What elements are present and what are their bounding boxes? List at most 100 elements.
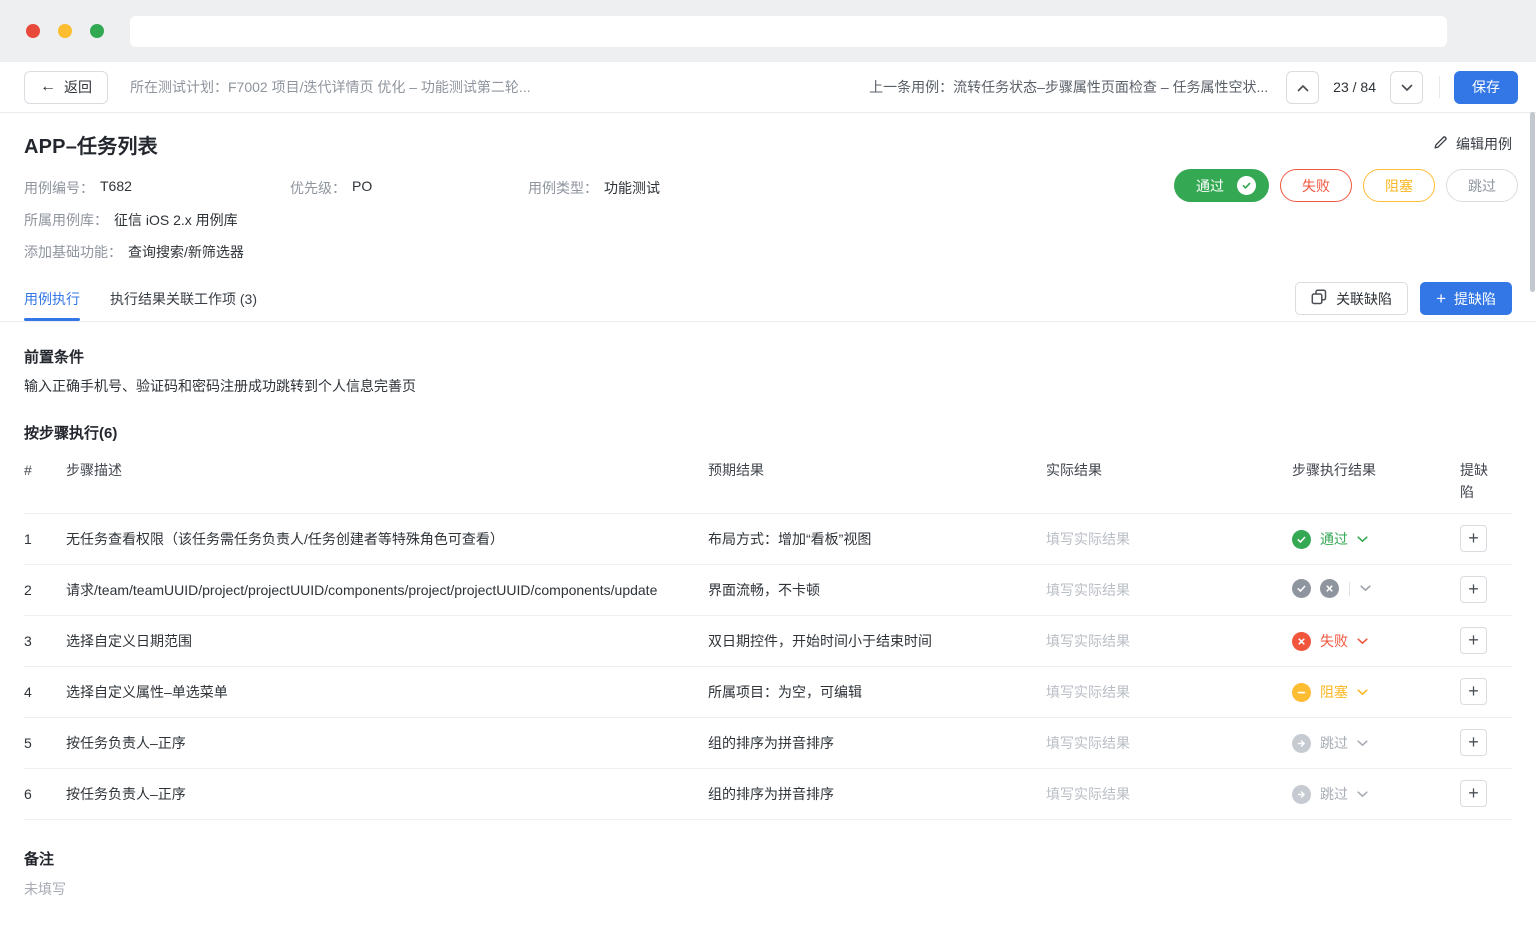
page-title: APP–任务列表	[24, 135, 158, 158]
link-defect-icon	[1311, 289, 1327, 308]
step-result-dropdown[interactable]: 跳过	[1292, 718, 1460, 768]
field-case-type: 用例类型： 功能测试	[528, 180, 660, 196]
step-result-dropdown[interactable]	[1292, 565, 1460, 612]
result-skip-button[interactable]: 跳过	[1446, 169, 1518, 202]
traffic-lights	[26, 24, 104, 38]
result-block-button[interactable]: 阻塞	[1363, 169, 1435, 202]
link-defect-label: 关联缺陷	[1336, 290, 1393, 307]
step-result-dropdown[interactable]: 阻塞	[1292, 667, 1460, 717]
precondition-text: 输入正确手机号、验证码和密码注册成功跳转到个人信息完善页	[24, 378, 416, 394]
actual-result-input[interactable]: 填写实际结果	[1046, 684, 1130, 700]
vertical-scrollbar[interactable]	[1530, 112, 1535, 292]
column-header-defect: 提缺陷	[1460, 462, 1488, 500]
table-row: 6 按任务负责人–正序 组的排序为拼音排序 填写实际结果 跳过 +	[24, 769, 1512, 820]
add-defect-button[interactable]: +	[1460, 678, 1487, 705]
new-defect-label: 提缺陷	[1454, 290, 1496, 307]
field-base-function: 添加基础功能： 查询搜索/新筛选器	[24, 244, 244, 260]
step-expected-result: 双日期控件，开始时间小于结束时间	[708, 633, 932, 649]
steps-heading: 按步骤执行(6)	[24, 425, 118, 442]
result-divider	[1349, 581, 1350, 596]
column-header-expected: 预期结果	[708, 462, 764, 478]
table-row: 2 请求/team/teamUUID/project/projectUUID/c…	[24, 565, 1512, 616]
chevron-down-icon	[1360, 585, 1371, 592]
step-expected-result: 组的排序为拼音排序	[708, 735, 834, 751]
check-circle-icon	[1292, 579, 1311, 598]
chevron-down-icon	[1357, 790, 1368, 798]
add-defect-button[interactable]: +	[1460, 729, 1487, 756]
arrow-left-icon: ←	[40, 78, 56, 95]
step-expected-result: 界面流畅，不卡顿	[708, 582, 820, 598]
steps-table: # 步骤描述 预期结果 实际结果 步骤执行结果 提缺陷 1 无任务查看权限（该任…	[24, 447, 1512, 820]
step-result-label: 失败	[1320, 633, 1348, 649]
notes-heading: 备注	[24, 851, 55, 868]
step-description: 无任务查看权限（该任务需任务负责人/任务创建者等特殊角色可查看）	[66, 531, 504, 547]
next-case-button[interactable]	[1390, 70, 1423, 104]
column-header-description: 步骤描述	[66, 462, 122, 478]
actual-result-input[interactable]: 填写实际结果	[1046, 786, 1130, 802]
step-description: 选择自定义日期范围	[66, 633, 192, 649]
step-number: 4	[24, 684, 32, 700]
add-defect-button[interactable]: +	[1460, 576, 1487, 603]
step-number: 5	[24, 735, 32, 751]
step-description: 按任务负责人–正序	[66, 786, 186, 802]
step-number: 3	[24, 633, 32, 649]
test-plan-breadcrumb: 所在测试计划：F7002 项目/迭代详情页 优化 – 功能测试第二轮...	[130, 79, 531, 95]
actual-result-input[interactable]: 填写实际结果	[1046, 531, 1130, 547]
chevron-down-icon	[1357, 688, 1368, 696]
step-expected-result: 组的排序为拼音排序	[708, 786, 834, 802]
address-bar[interactable]	[130, 15, 1447, 47]
notes-value[interactable]: 未填写	[24, 879, 1512, 899]
table-row: 4 选择自定义属性–单选菜单 所属项目：为空，可编辑 填写实际结果 阻塞 +	[24, 667, 1512, 718]
check-circle-icon	[1237, 176, 1256, 195]
link-defect-button[interactable]: 关联缺陷	[1295, 282, 1409, 315]
step-number: 1	[24, 531, 32, 547]
actual-result-input[interactable]: 填写实际结果	[1046, 735, 1130, 751]
field-priority: 优先级： PO	[290, 178, 373, 196]
window-chrome	[0, 0, 1536, 62]
plus-icon: +	[1436, 289, 1446, 308]
tab-case-execution[interactable]: 用例执行	[24, 276, 80, 321]
result-fail-button[interactable]: 失败	[1280, 169, 1352, 202]
actual-result-input[interactable]: 填写实际结果	[1046, 582, 1130, 598]
previous-case-info: 上一条用例：流转任务状态–步骤属性页面检查 – 任务属性空状...	[869, 79, 1269, 95]
save-button[interactable]: 保存	[1454, 70, 1518, 104]
step-description: 请求/team/teamUUID/project/projectUUID/com…	[66, 582, 658, 598]
add-defect-button[interactable]: +	[1460, 627, 1487, 654]
chevron-down-icon	[1357, 535, 1368, 543]
field-case-number: 用例编号： T682	[24, 178, 132, 196]
add-defect-button[interactable]: +	[1460, 780, 1487, 807]
table-row: 3 选择自定义日期范围 双日期控件，开始时间小于结束时间 填写实际结果 失败 +	[24, 616, 1512, 667]
case-detail-panel: APP–任务列表 编辑用例 用例编号： T682 优先级： PO 用例类型： 功能测试	[0, 113, 1536, 931]
add-defect-button[interactable]: +	[1460, 525, 1487, 552]
steps-table-header: # 步骤描述 预期结果 实际结果 步骤执行结果 提缺陷	[24, 447, 1512, 514]
column-header-index: #	[24, 462, 32, 478]
edit-case-label: 编辑用例	[1456, 136, 1512, 152]
step-result-dropdown[interactable]: 失败	[1292, 616, 1460, 666]
minimize-window-icon[interactable]	[58, 24, 72, 38]
arrow-circle-icon	[1292, 784, 1311, 804]
table-row: 5 按任务负责人–正序 组的排序为拼音排序 填写实际结果 跳过 +	[24, 718, 1512, 769]
actual-result-input[interactable]: 填写实际结果	[1046, 633, 1130, 649]
app-window: ← 返回 所在测试计划：F7002 项目/迭代详情页 优化 – 功能测试第二轮.…	[0, 0, 1536, 931]
close-window-icon[interactable]	[26, 24, 40, 38]
pencil-icon	[1433, 135, 1448, 153]
step-number: 6	[24, 786, 32, 802]
step-result-label: 阻塞	[1320, 684, 1348, 700]
minus-circle-icon	[1292, 682, 1311, 702]
result-pass-button[interactable]: 通过	[1174, 169, 1269, 202]
tab-bar: 用例执行 执行结果关联工作项 (3) 关联缺陷 + 提缺陷	[0, 276, 1536, 322]
step-result-dropdown[interactable]: 跳过	[1292, 769, 1460, 819]
toolbar: ← 返回 所在测试计划：F7002 项目/迭代详情页 优化 – 功能测试第二轮.…	[0, 62, 1536, 113]
step-number: 2	[24, 582, 32, 598]
result-pass-label: 通过	[1196, 177, 1224, 194]
chevron-up-icon	[1297, 80, 1309, 95]
step-result-dropdown[interactable]: 通过	[1292, 514, 1460, 564]
new-defect-button[interactable]: + 提缺陷	[1420, 282, 1512, 315]
column-header-actual: 实际结果	[1046, 462, 1102, 478]
step-description: 选择自定义属性–单选菜单	[66, 684, 228, 700]
back-button[interactable]: ← 返回	[24, 70, 108, 104]
tab-linked-work-items[interactable]: 执行结果关联工作项 (3)	[110, 276, 257, 321]
edit-case-button[interactable]: 编辑用例	[1433, 134, 1512, 154]
maximize-window-icon[interactable]	[90, 24, 104, 38]
previous-case-button[interactable]	[1286, 70, 1320, 104]
